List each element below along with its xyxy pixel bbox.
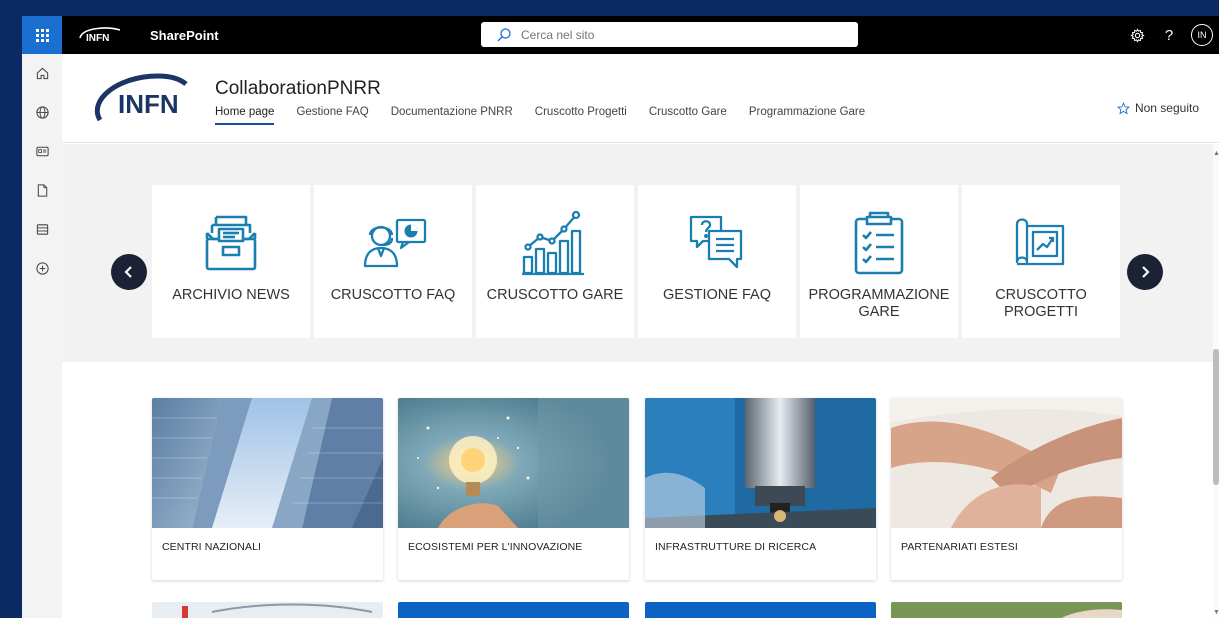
site-search-box[interactable] [481,22,858,47]
carousel-next-button[interactable] [1127,254,1163,290]
rail-home-button[interactable] [22,54,62,93]
document-icon [37,184,47,197]
nav-gestione-faq[interactable]: Gestione FAQ [296,106,368,125]
tile-label: INFRASTRUTTURE DI RICERCA [655,541,817,553]
site-header: INFN CollaborationPNRR Home page Gestion… [62,54,1219,143]
window-top-edge [0,0,1219,16]
quick-link-label: CRUSCOTTO PROGETTI [995,287,1087,320]
checklist-clipboard-icon [854,211,904,275]
app-bar [22,54,62,618]
quick-link-gestione-faq[interactable]: GESTIONE FAQ [638,185,796,338]
rail-sites-button[interactable] [22,93,62,132]
blueprint-chart-icon [1015,218,1065,266]
nav-home-page[interactable]: Home page [215,106,275,125]
settings-button[interactable] [1121,16,1153,54]
news-icon [35,146,49,157]
quick-link-cruscotto-faq[interactable]: CRUSCOTTO FAQ [314,185,472,338]
joined-arms-image [891,398,1122,528]
page-content: ARCHIVIO NEWS CRUSCOTTO FAQ CRUSCOTTO GA… [62,144,1213,618]
question-chat-icon [689,215,743,269]
help-icon: ? [1164,26,1174,44]
suite-bar: INFN SharePoint ? IN [22,16,1219,54]
tile-label: CENTRI NAZIONALI [162,541,262,553]
app-launcher-button[interactable] [22,16,62,54]
scrollbar-thumb[interactable] [1213,349,1219,485]
page-scrollbar[interactable]: ▲ ▼ [1213,144,1219,618]
quick-link-cruscotto-gare[interactable]: CRUSCOTTO GARE [476,185,634,338]
nav-documentazione-pnrr[interactable]: Documentazione PNRR [391,106,513,125]
add-circle-icon [35,262,49,275]
quick-link-programmazione-gare[interactable]: PROGRAMMAZIONE GARE [800,185,958,338]
quick-link-label: GESTIONE FAQ [663,287,771,303]
quick-link-label: CRUSCOTTO FAQ [330,287,456,303]
suite-org-logo[interactable]: INFN [76,24,126,46]
nav-cruscotto-progetti[interactable]: Cruscotto Progetti [535,106,627,125]
quick-link-cruscotto-progetti[interactable]: CRUSCOTTO PROGETTI [962,185,1120,338]
rail-news-button[interactable] [22,132,62,171]
svg-text:INFN: INFN [118,89,179,119]
rail-files-button[interactable] [22,171,62,210]
rail-lists-button[interactable] [22,210,62,249]
microscope-image [645,398,876,528]
nav-programmazione-gare[interactable]: Programmazione Gare [749,106,865,125]
tile-label: PARTENARIATI ESTESI [901,541,1018,553]
search-input[interactable] [521,27,821,42]
gear-icon [1129,27,1145,43]
tile-row2-2[interactable] [398,602,629,618]
tile-partenariati-estesi[interactable]: PARTENARIATI ESTESI [891,398,1122,580]
rail-create-button[interactable] [22,249,62,288]
archive-drawer-icon [205,215,257,271]
help-button[interactable]: ? [1153,16,1185,54]
home-icon [36,67,48,80]
lightbulb-image [398,398,629,528]
follow-label: Non seguito [1134,101,1199,115]
site-title[interactable]: CollaborationPNRR [215,78,381,100]
quick-links-section: ARCHIVIO NEWS CRUSCOTTO FAQ CRUSCOTTO GA… [62,144,1213,362]
tile-row2-4[interactable] [891,602,1122,618]
carousel-prev-button[interactable] [111,254,147,290]
tile-row2-3[interactable] [645,602,876,618]
search-icon [497,27,511,41]
tile-label: ECOSISTEMI PER L'INNOVAZIONE [408,541,583,553]
list-icon [36,224,48,235]
star-icon [1116,101,1130,114]
nav-cruscotto-gare[interactable]: Cruscotto Gare [649,106,727,125]
scroll-up-icon[interactable]: ▲ [1213,150,1219,157]
support-agent-icon [363,218,427,268]
suite-actions: ? IN [1121,16,1219,54]
quick-link-label: PROGRAMMAZIONE GARE [808,287,950,320]
skyscrapers-image [152,398,383,528]
quick-link-label: CRUSCOTTO GARE [486,287,624,303]
tile-ecosistemi-innovazione[interactable]: ECOSISTEMI PER L'INNOVAZIONE [398,398,629,580]
tile-infrastrutture-ricerca[interactable]: INFRASTRUTTURE DI RICERCA [645,398,876,580]
svg-text:INFN: INFN [86,33,109,44]
site-navigation: Home page Gestione FAQ Documentazione PN… [215,106,887,125]
follow-button[interactable]: Non seguito [1116,101,1199,115]
chevron-right-icon [1142,266,1150,278]
suite-app-name[interactable]: SharePoint [150,28,219,43]
tile-centri-nazionali[interactable]: CENTRI NAZIONALI [152,398,383,580]
browser-viewport: INFN SharePoint ? IN [22,16,1219,618]
globe-icon [35,106,49,119]
waffle-icon [35,28,49,42]
scroll-down-icon[interactable]: ▼ [1213,609,1219,616]
site-logo[interactable]: INFN [88,70,190,126]
tile-row2-1[interactable] [152,602,383,618]
quick-link-label: ARCHIVIO NEWS [172,287,290,303]
quick-link-archivio-news[interactable]: ARCHIVIO NEWS [152,185,310,338]
user-avatar[interactable]: IN [1191,24,1213,46]
chevron-left-icon [124,266,132,278]
bar-chart-growth-icon [522,210,584,276]
